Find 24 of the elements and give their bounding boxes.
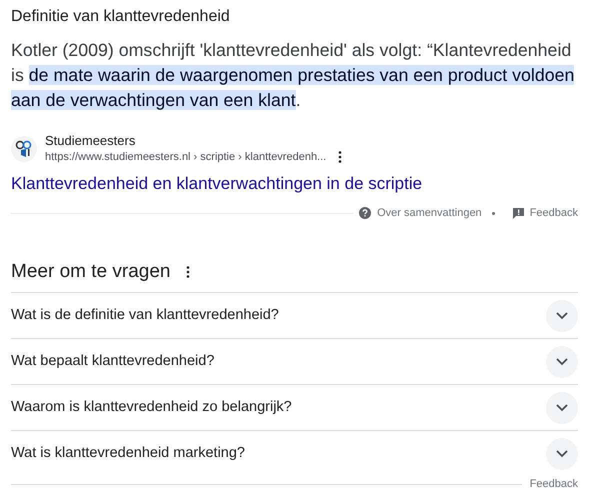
about-summaries-link[interactable]: Over samenvattingen <box>377 205 482 222</box>
question-text[interactable]: Wat bepaalt klanttevredenheid? <box>11 350 214 372</box>
expand-button[interactable] <box>546 346 578 378</box>
site-name[interactable]: Studiemeesters <box>45 133 346 149</box>
chevron-down-icon <box>556 312 568 320</box>
feedback-icon[interactable] <box>512 208 524 219</box>
expand-button[interactable] <box>546 438 578 470</box>
site-favicon-icon[interactable] <box>11 136 37 162</box>
question-text[interactable]: Wat is de definitie van klanttevredenheid? <box>11 304 279 326</box>
feedback-link[interactable]: Feedback <box>530 476 578 492</box>
chevron-down-icon <box>556 450 568 458</box>
chevron-down-icon <box>556 404 568 412</box>
section-heading: Meer om te vragen <box>11 260 170 284</box>
question-text[interactable]: Waarom is klanttevredenheid zo belangrijk? <box>11 396 292 418</box>
expand-button[interactable] <box>546 300 578 332</box>
result-link[interactable]: Klanttevredenheid en klantverwachtingen in de scriptie <box>11 171 422 196</box>
site-url[interactable]: https://www.studiemeesters.nl › scriptie › klanttevredenh... <box>45 149 326 165</box>
question-text[interactable]: Wat is klanttevredenheid marketing? <box>11 442 245 464</box>
expand-button[interactable] <box>546 392 578 424</box>
separator-dot <box>492 212 495 215</box>
chevron-down-icon <box>556 358 568 366</box>
help-icon[interactable] <box>359 207 372 220</box>
feedback-link[interactable]: Feedback <box>530 205 578 222</box>
snippet-title: Definitie van klanttevredenheid <box>11 7 231 27</box>
